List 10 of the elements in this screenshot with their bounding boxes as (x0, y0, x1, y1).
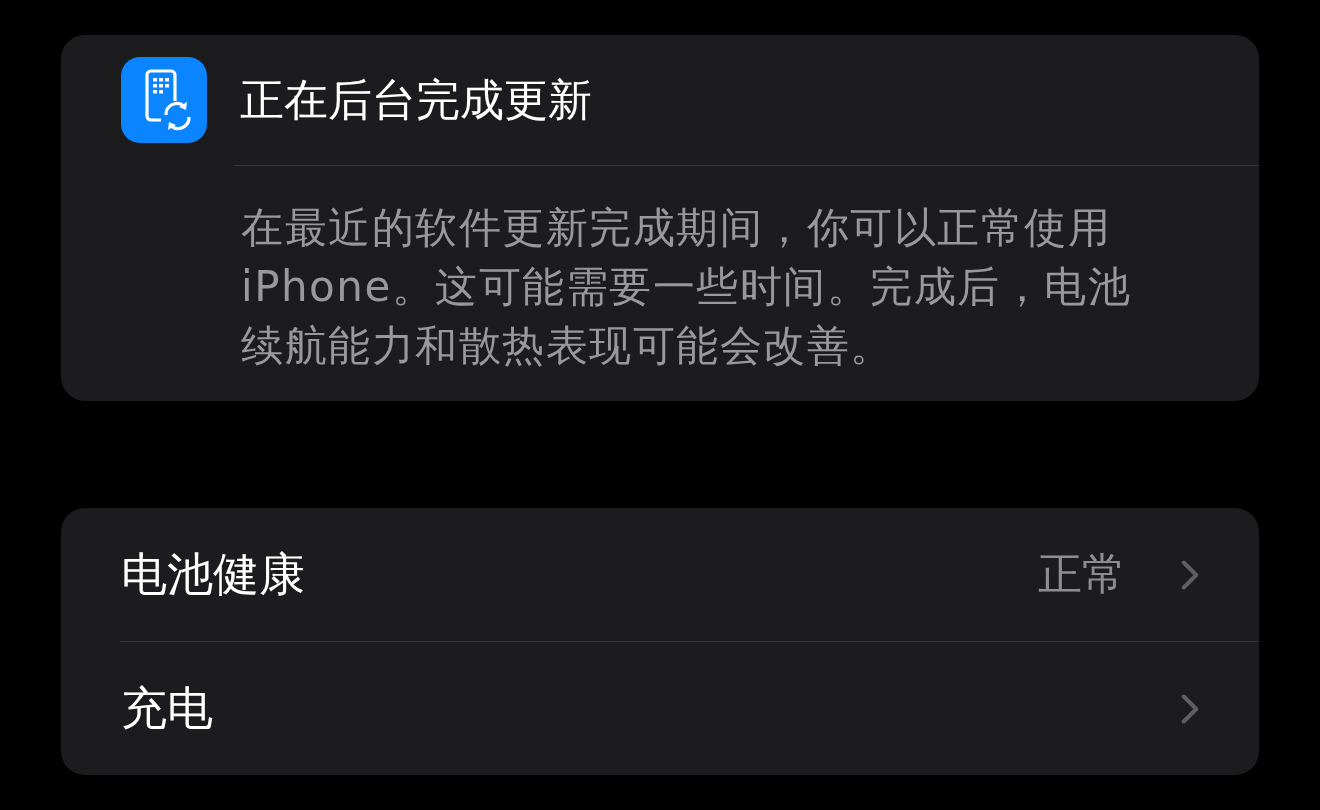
chevron-right-icon (1181, 559, 1199, 590)
update-title: 正在后台完成更新 (240, 72, 592, 127)
settings-row[interactable]: 充电 (61, 642, 1259, 775)
phone-update-icon (121, 57, 207, 143)
update-description: 在最近的软件更新完成期间，你可以正常使用 iPhone。这可能需要一些时间。完成后，电池续航能力和散热表现可能会改善。 (241, 202, 1133, 372)
row-label: 充电 (121, 679, 214, 737)
settings-row[interactable]: 电池健康 正常 (61, 508, 1259, 641)
chevron-right-icon (1181, 693, 1199, 724)
row-value: 正常 (1038, 547, 1126, 601)
row-label: 电池健康 (121, 545, 306, 603)
